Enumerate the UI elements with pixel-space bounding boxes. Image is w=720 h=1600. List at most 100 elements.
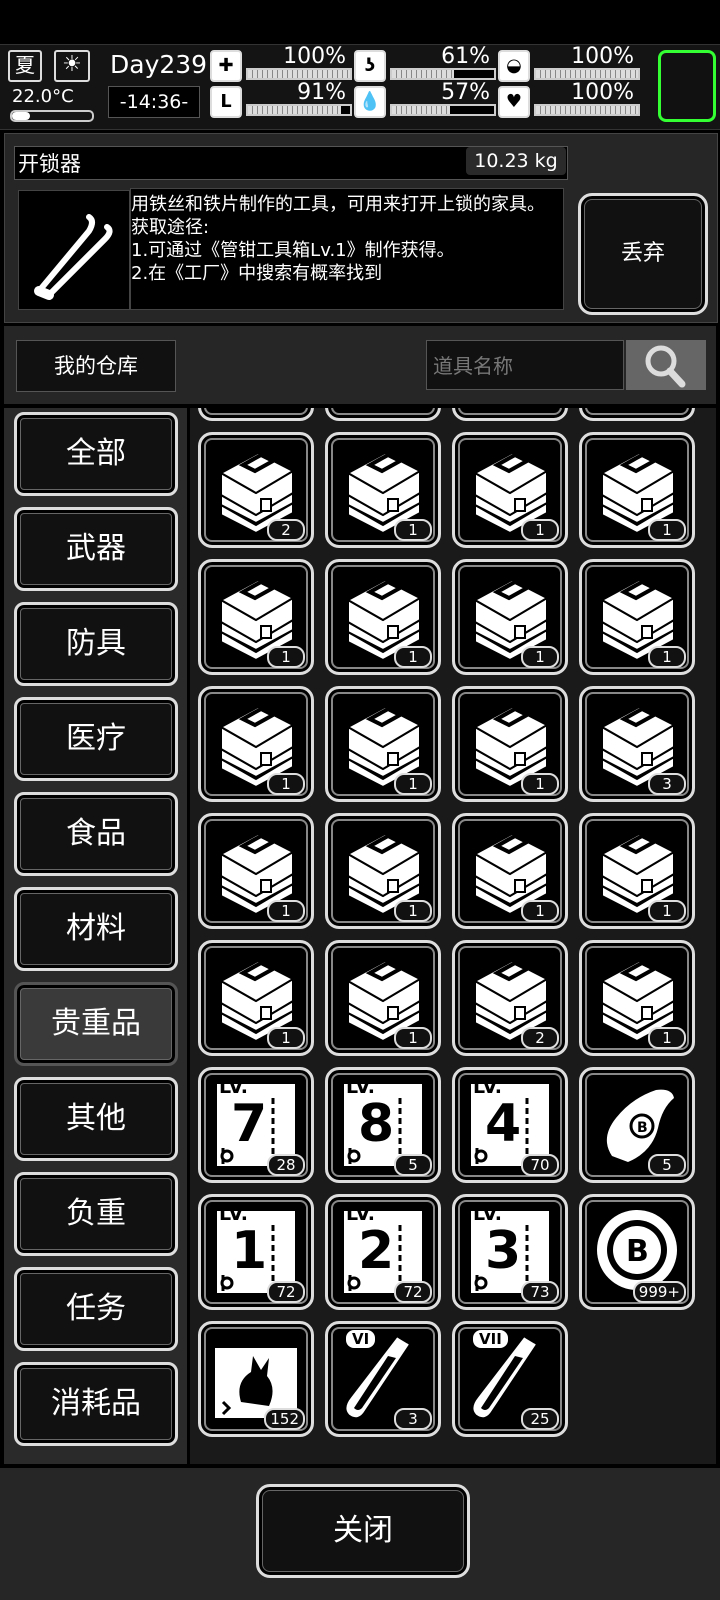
item-count: 1	[648, 646, 686, 668]
category-4[interactable]: 食品	[14, 792, 178, 876]
inventory-grid[interactable]: 2 1 1 1 1 1 1 1 1 1 1 3 1 1 1 1 1 1 2 1 …	[190, 408, 716, 1464]
thirst-bar	[390, 104, 496, 116]
inventory-slot[interactable]: 1	[325, 940, 441, 1056]
description-line: 获取途径:	[131, 217, 210, 238]
inventory-slot[interactable]: 2	[452, 940, 568, 1056]
description-line: 用铁丝和铁片制作的工具，可用来打开上锁的家具。	[131, 194, 545, 215]
item-name: 开锁器	[18, 152, 81, 176]
category-9[interactable]: 任务	[14, 1267, 178, 1351]
health-bar	[246, 68, 352, 80]
item-count: 72	[394, 1281, 432, 1303]
item-count: 1	[267, 1027, 305, 1049]
temperature-readout: 22.0°C	[12, 86, 74, 107]
item-count: 3	[394, 1408, 432, 1430]
stomach-percent: 61%	[441, 44, 490, 69]
stomach-bar	[390, 68, 496, 80]
inventory-slot[interactable]: 1	[452, 432, 568, 548]
item-count: 1	[394, 1027, 432, 1049]
blueprint-level-number: 2	[358, 1221, 395, 1281]
inventory-slot[interactable]: LV. 2 72	[325, 1194, 441, 1310]
quick-slot-button[interactable]	[658, 50, 716, 122]
inventory-slot[interactable]: 1	[325, 813, 441, 929]
category-0[interactable]: 全部	[14, 412, 178, 496]
sun-icon: ☀	[54, 50, 90, 82]
inventory-slot[interactable]: LV. 7 28	[198, 1067, 314, 1183]
item-count: 1	[648, 900, 686, 922]
search-button[interactable]	[626, 340, 706, 390]
inventory-slot[interactable]: 2	[198, 432, 314, 548]
inventory-slot[interactable]: 1	[579, 559, 695, 675]
inventory-slot[interactable]: B 999+	[579, 1194, 695, 1310]
item-count: 1	[394, 773, 432, 795]
category-8[interactable]: 负重	[14, 1172, 178, 1256]
season-indicator: 夏	[8, 50, 42, 82]
item-count: 73	[521, 1281, 559, 1303]
inventory-slot[interactable]: LV. 8 5	[325, 1067, 441, 1183]
inventory-slot[interactable]: 1	[198, 940, 314, 1056]
inventory-slot[interactable]: 152	[198, 1321, 314, 1437]
inventory-slot[interactable]: 1	[579, 432, 695, 548]
category-6[interactable]: 贵重品	[14, 982, 178, 1066]
inventory-slot[interactable]: LV. 4 70	[452, 1067, 568, 1183]
stomach-icon: ʖ	[354, 50, 386, 82]
item-count: 1	[394, 900, 432, 922]
inventory-slot[interactable]: 1	[452, 813, 568, 929]
inventory-slot[interactable]: 1	[325, 686, 441, 802]
inventory-slot[interactable]: VI 3	[325, 1321, 441, 1437]
item-count: 2	[521, 1027, 559, 1049]
item-count: 1	[267, 900, 305, 922]
inventory-slot[interactable]: VII 25	[452, 1321, 568, 1437]
inventory-slot[interactable]: LV. 3 73	[452, 1194, 568, 1310]
my-storage-tab[interactable]: 我的仓库	[16, 340, 176, 392]
tier-badge: VII	[473, 1330, 508, 1348]
inventory-slot[interactable]: 1	[198, 686, 314, 802]
description-line: 2.在《工厂》中搜索有概率找到	[131, 263, 383, 284]
stamina-bar	[246, 104, 352, 116]
inventory-slot[interactable]: 1	[325, 432, 441, 548]
item-count: 999+	[632, 1281, 686, 1303]
category-3[interactable]: 医疗	[14, 697, 178, 781]
heart-icon: ♥	[498, 86, 530, 118]
inventory-slot[interactable]: 1	[579, 940, 695, 1056]
svg-text:B: B	[626, 1234, 649, 1269]
inventory-slot[interactable]: B 5	[579, 1067, 695, 1183]
item-count: 1	[267, 773, 305, 795]
inventory-slot[interactable]	[198, 408, 314, 421]
armor-percent: 100%	[571, 44, 634, 69]
blueprint-level-number: 8	[358, 1094, 395, 1154]
category-2[interactable]: 防具	[14, 602, 178, 686]
discard-button[interactable]: 丢弃	[578, 193, 708, 315]
inventory-slot[interactable]	[579, 408, 695, 421]
item-weight: 10.23 kg	[466, 147, 566, 175]
water-drop-icon: 💧	[354, 86, 386, 118]
item-count: 70	[521, 1154, 559, 1176]
category-1[interactable]: 武器	[14, 507, 178, 591]
item-count: 25	[521, 1408, 559, 1430]
close-button[interactable]: 关闭	[256, 1484, 470, 1578]
category-sidebar[interactable]: 全部武器防具医疗食品材料贵重品其他负重任务消耗品	[4, 408, 187, 1464]
inventory-slot[interactable]: 1	[198, 559, 314, 675]
description-line: 1.可通过《管钳工具箱Lv.1》制作获得。	[131, 240, 455, 261]
item-count: 1	[267, 646, 305, 668]
category-10[interactable]: 消耗品	[14, 1362, 178, 1446]
inventory-slot[interactable]	[325, 408, 441, 421]
inventory-slot[interactable]: LV. 1 72	[198, 1194, 314, 1310]
blueprint-level-number: 7	[231, 1094, 268, 1154]
inventory-slot[interactable]: 1	[325, 559, 441, 675]
category-7[interactable]: 其他	[14, 1077, 178, 1161]
item-count: 72	[267, 1281, 305, 1303]
boot-icon: ᒪ	[210, 86, 242, 118]
category-5[interactable]: 材料	[14, 887, 178, 971]
inventory-slot[interactable]	[452, 408, 568, 421]
item-count: 5	[394, 1154, 432, 1176]
item-search-input[interactable]: 道具名称	[426, 340, 624, 390]
inventory-slot[interactable]: 1	[579, 813, 695, 929]
inventory-slot[interactable]: 1	[198, 813, 314, 929]
inventory-slot[interactable]: 3	[579, 686, 695, 802]
item-count: 1	[648, 519, 686, 541]
blueprint-level-number: 4	[485, 1094, 522, 1154]
inventory-slot[interactable]: 1	[452, 559, 568, 675]
item-count: 2	[267, 519, 305, 541]
inventory-slot[interactable]: 1	[452, 686, 568, 802]
search-icon	[645, 345, 686, 388]
